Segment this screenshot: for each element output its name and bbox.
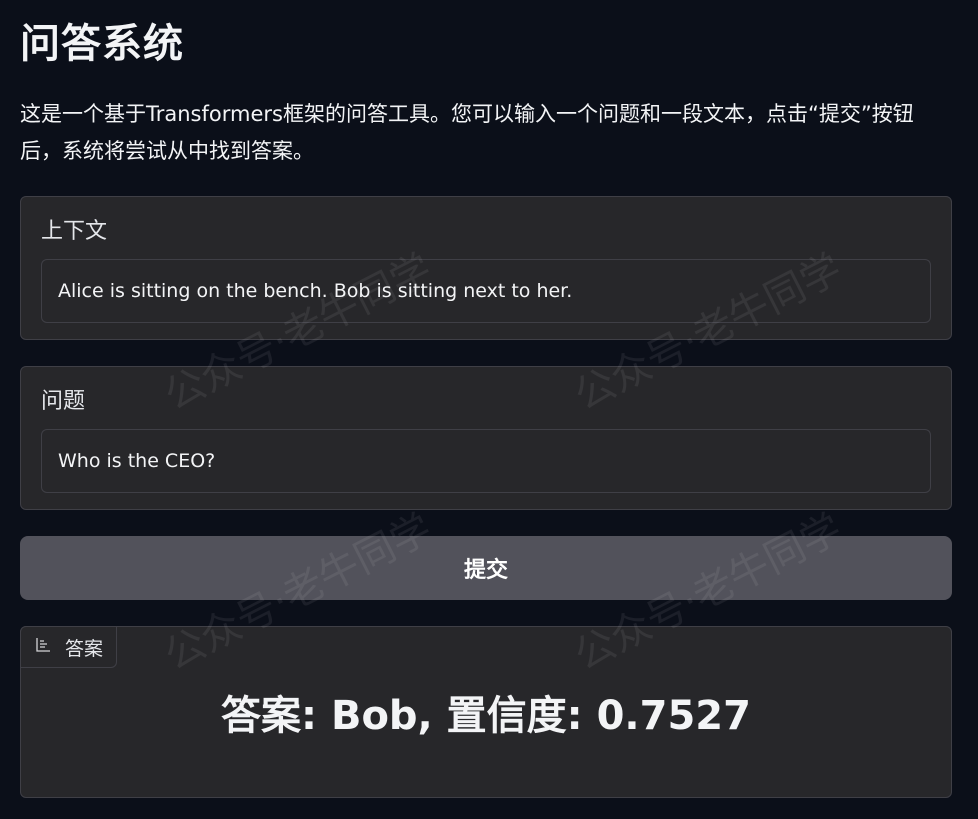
answer-tab-label: 答案 [65,637,104,660]
page-description: 这是一个基于Transformers框架的问答工具。您可以输入一个问题和一段文本… [20,102,914,163]
page-title: 问答系统 [20,21,184,67]
context-block: 上下文 [20,196,952,340]
answer-tab: 答案 [20,626,117,668]
context-input[interactable] [41,259,931,323]
answer-result: 答案: Bob, 置信度: 0.7527 [221,693,751,739]
question-input[interactable] [41,429,931,493]
chart-icon [35,636,51,658]
context-label: 上下文 [41,219,108,244]
question-label: 问题 [41,389,86,414]
submit-button[interactable]: 提交 [20,536,952,600]
app-page: 问答系统 这是一个基于Transformers框架的问答工具。您可以输入一个问题… [0,0,978,819]
answer-output: 答案 答案: Bob, 置信度: 0.7527 [20,626,952,798]
question-block: 问题 [20,366,952,510]
